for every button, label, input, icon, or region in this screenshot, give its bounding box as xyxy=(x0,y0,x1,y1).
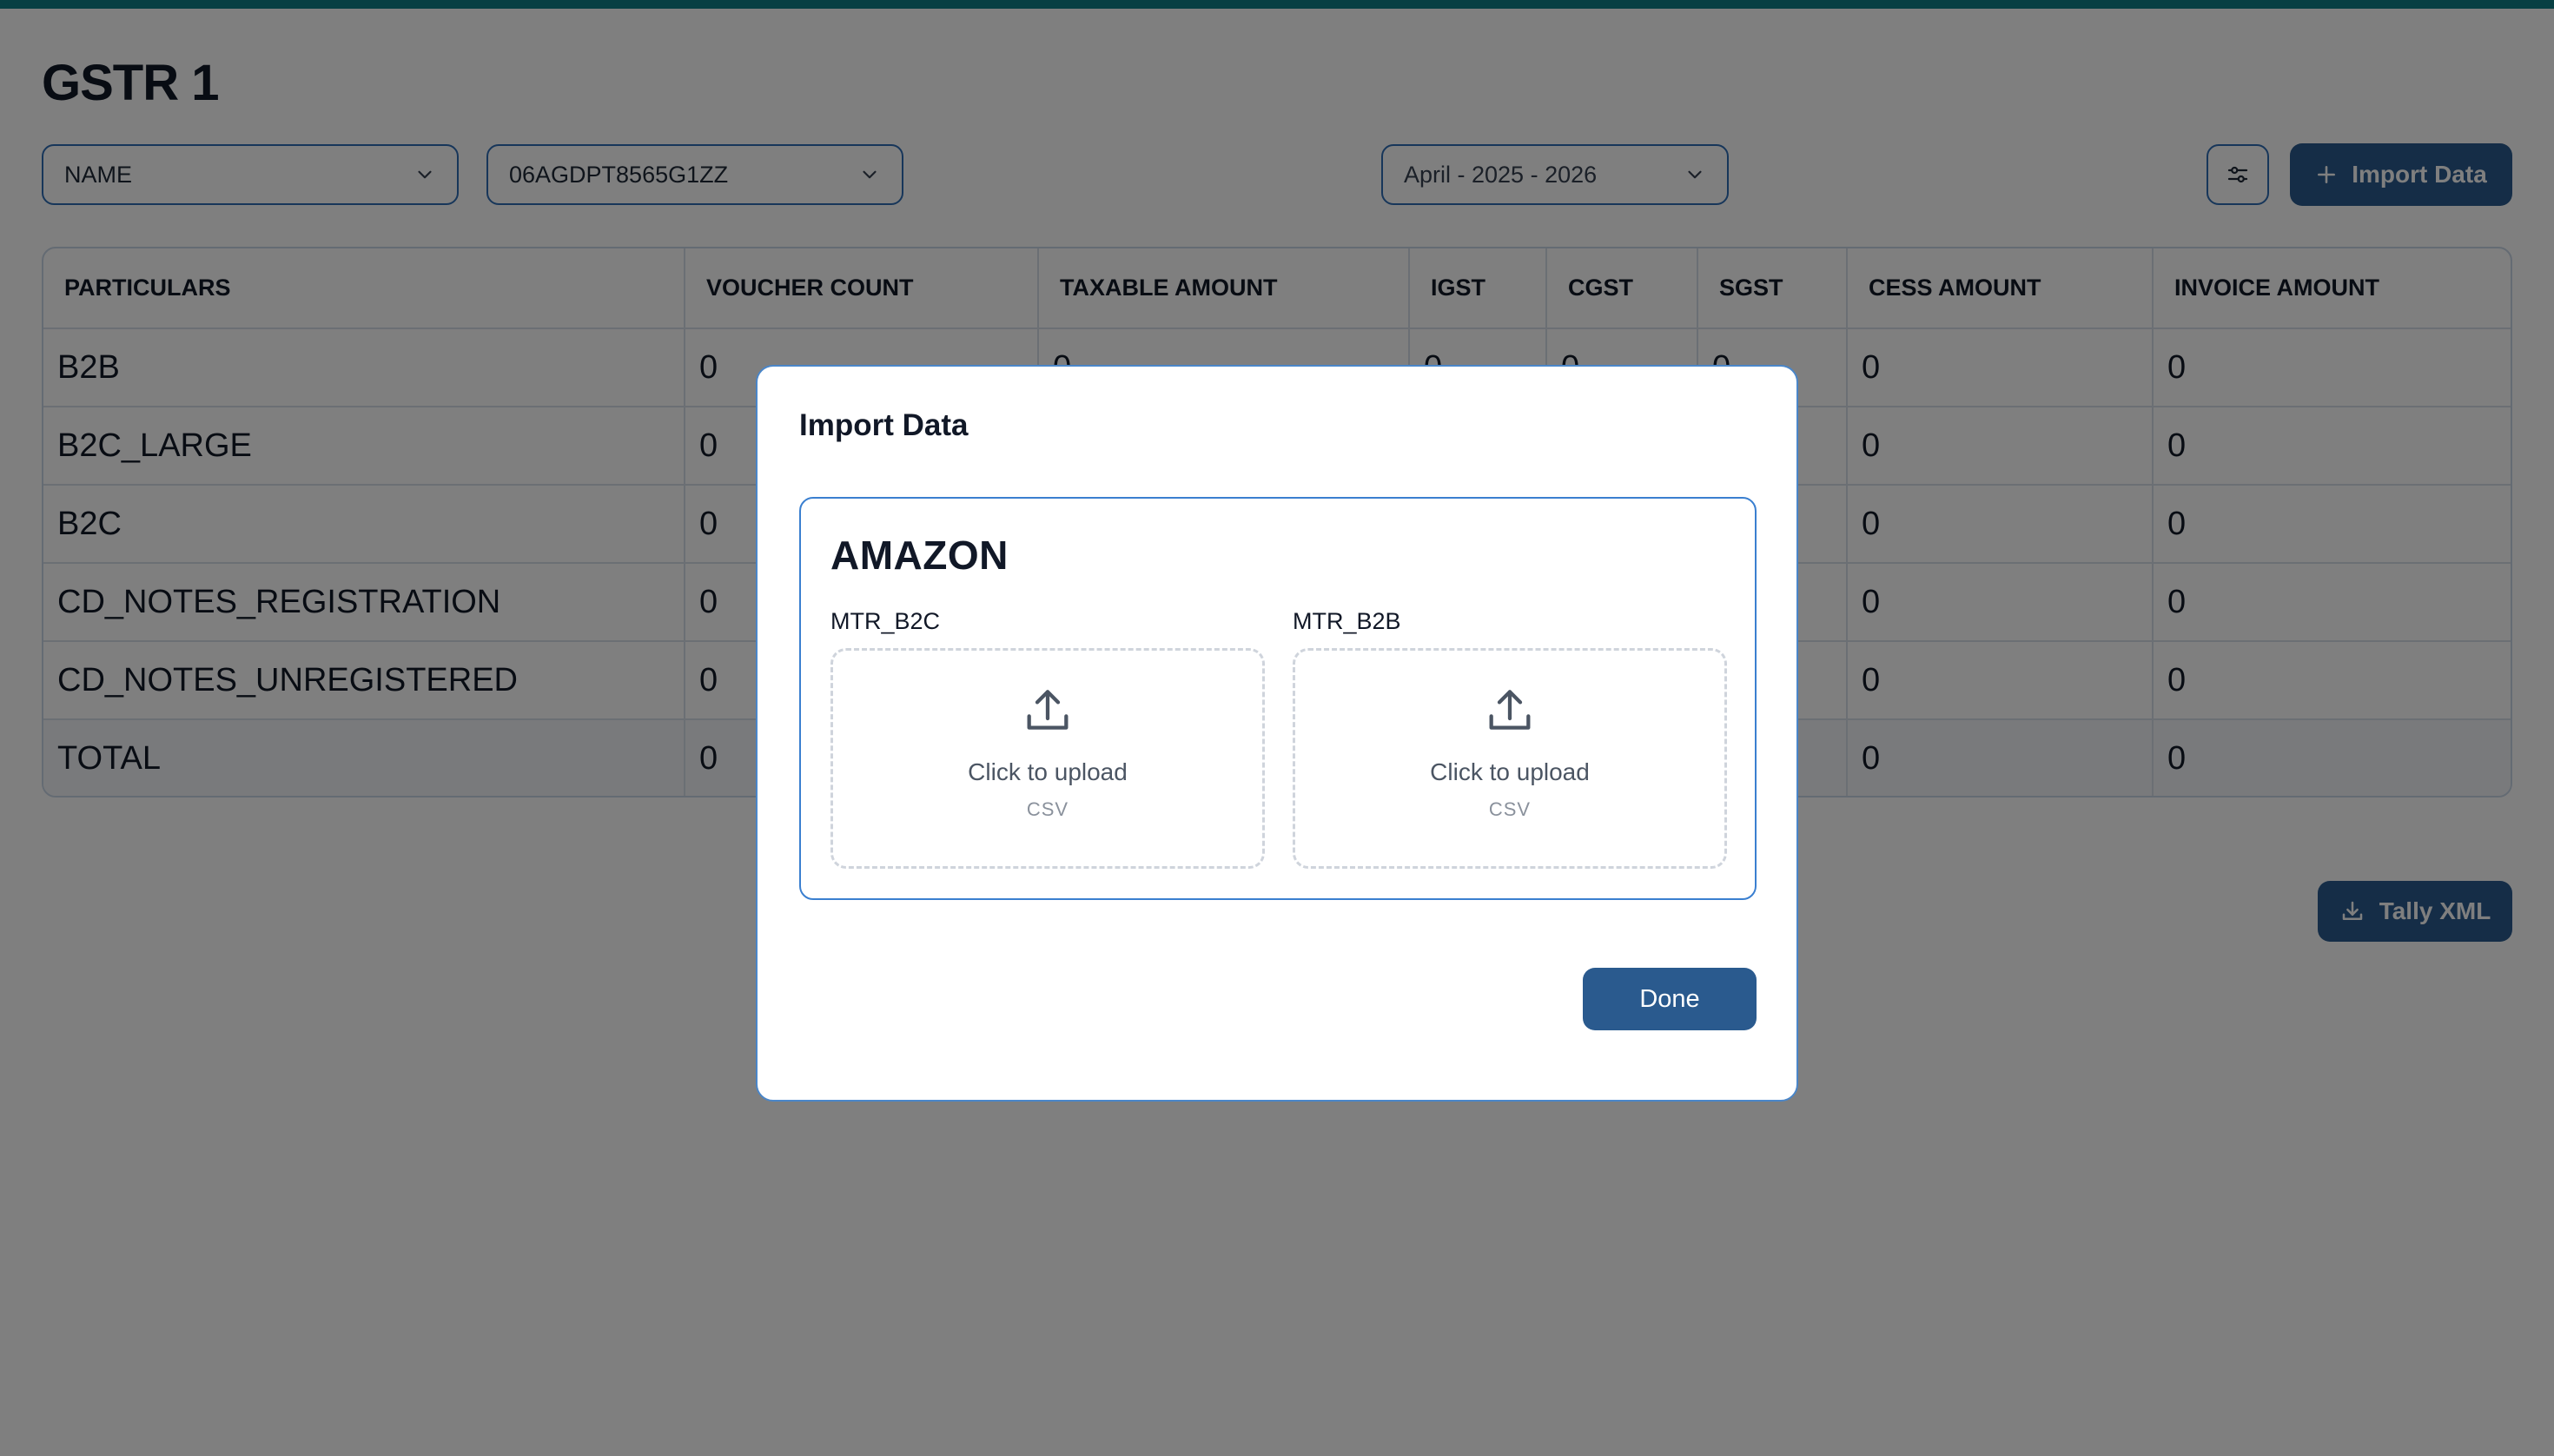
upload-action-text: Click to upload xyxy=(1430,758,1590,785)
import-data-modal: Import Data AMAZON MTR_B2C Click to uplo… xyxy=(756,365,1798,1102)
upload-icon xyxy=(1489,690,1531,730)
upload-dropzone-mtr-b2c[interactable]: Click to upload CSV xyxy=(830,648,1265,869)
source-card-amazon: AMAZON MTR_B2C Click to upload CSV MTR_B… xyxy=(799,497,1757,900)
gstr1-page: GSTR 1 NAME 06AGDPT8565G1ZZ April - 2025… xyxy=(0,0,2554,1456)
source-name: AMAZON xyxy=(830,533,1009,578)
modal-title: Import Data xyxy=(799,408,969,442)
upload-label-mtr-b2c: MTR_B2C xyxy=(830,608,941,634)
done-button[interactable]: Done xyxy=(1583,968,1757,1030)
upload-file-type: CSV xyxy=(1488,798,1532,820)
upload-icon xyxy=(1027,690,1069,730)
upload-file-type: CSV xyxy=(1026,798,1069,820)
upload-label-mtr-b2b: MTR_B2B xyxy=(1293,608,1401,634)
upload-dropzone-mtr-b2b[interactable]: Click to upload CSV xyxy=(1293,648,1727,869)
upload-action-text: Click to upload xyxy=(968,758,1128,785)
